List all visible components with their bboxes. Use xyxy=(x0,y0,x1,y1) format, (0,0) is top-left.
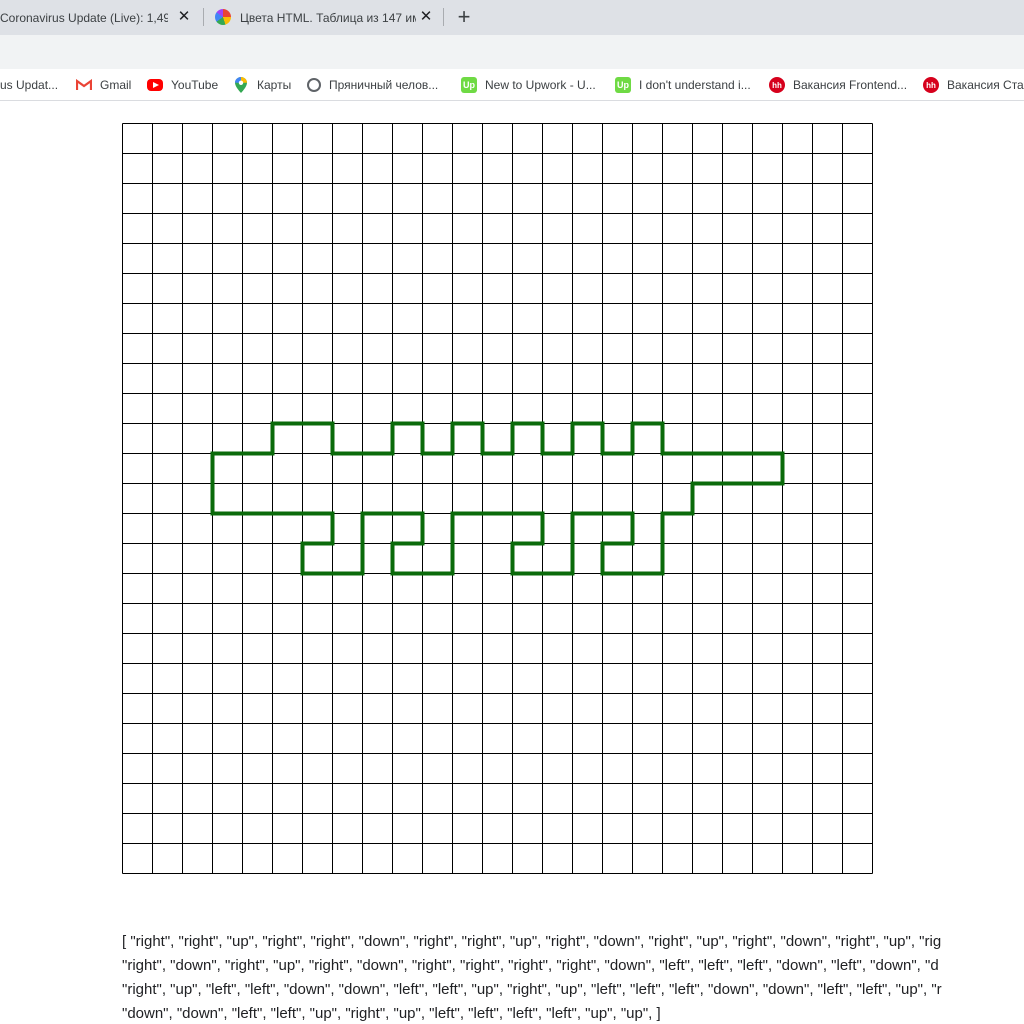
grid-canvas xyxy=(122,123,873,874)
tab-coronavirus[interactable]: Coronavirus Update (Live): 1,498, ✕ xyxy=(0,0,200,35)
bookmark-hh-frontend[interactable]: hh Вакансия Frontend... xyxy=(769,75,907,95)
bookmark-hh-intern[interactable]: hh Вакансия Стаж xyxy=(923,75,1024,95)
tab-title: Цвета HTML. Таблица из 147 им xyxy=(240,10,416,25)
moves-line: "right", "up", "left", "left", "down", "… xyxy=(122,981,942,998)
bookmark-label: I don't understand i... xyxy=(639,78,751,92)
moves-line: "down", "down", "left", "left", "up", "r… xyxy=(122,1005,661,1022)
globe-icon xyxy=(307,78,321,92)
bookmark-maps[interactable]: Карты xyxy=(233,75,291,95)
bookmark-upwork-new[interactable]: Up New to Upwork - U... xyxy=(461,75,596,95)
close-tab-icon[interactable]: ✕ xyxy=(418,9,434,25)
bookmark-label: New to Upwork - U... xyxy=(485,78,596,92)
bookmark-label: us Updat... xyxy=(0,78,59,92)
upwork-icon: Up xyxy=(461,77,477,93)
moves-output: [ "right", "right", "up", "right", "righ… xyxy=(122,930,1024,1024)
tab-strip: Coronavirus Update (Live): 1,498, ✕ Цвет… xyxy=(0,0,1024,35)
bookmarks-bar: us Updat... Gmail YouTube Карты Пряничны… xyxy=(0,69,1024,101)
moves-line: [ "right", "right", "up", "right", "righ… xyxy=(122,933,942,950)
bookmark-label: Gmail xyxy=(100,78,132,92)
gmail-icon xyxy=(76,77,92,93)
bookmark-label: Вакансия Frontend... xyxy=(793,78,908,92)
maps-pin-icon xyxy=(233,77,249,93)
browser-toolbar xyxy=(0,35,1024,69)
bookmark-gmail[interactable]: Gmail xyxy=(76,75,131,95)
color-wheel-icon xyxy=(215,9,231,25)
bookmark-label: YouTube xyxy=(171,78,219,92)
bookmark-gingerbread[interactable]: Пряничный челов... xyxy=(307,75,438,95)
bookmark-label: Вакансия Стаж xyxy=(947,78,1024,92)
tab-title: Coronavirus Update (Live): 1,498, xyxy=(0,10,168,25)
upwork-icon: Up xyxy=(615,77,631,93)
close-tab-icon[interactable]: ✕ xyxy=(176,9,192,25)
bookmark-youtube[interactable]: YouTube xyxy=(147,75,218,95)
bookmark-label: Карты xyxy=(257,78,292,92)
hh-icon: hh xyxy=(769,77,785,93)
drawing-grid xyxy=(122,123,873,874)
tab-html-colors[interactable]: Цвета HTML. Таблица из 147 им ✕ xyxy=(206,0,442,35)
bookmark-upwork-question[interactable]: Up I don't understand i... xyxy=(615,75,751,95)
moves-line: "right", "down", "right", "up", "right",… xyxy=(122,957,939,974)
grid-lines xyxy=(122,123,873,874)
tab-divider xyxy=(443,8,444,26)
new-tab-button[interactable]: + xyxy=(452,4,476,30)
address-bar[interactable] xyxy=(0,38,1024,66)
drawn-path xyxy=(210,421,785,576)
tab-divider xyxy=(203,8,204,26)
hh-icon: hh xyxy=(923,77,939,93)
bookmark-label: Пряничный челов... xyxy=(329,78,439,92)
bookmark-coronavirus[interactable]: us Updat... xyxy=(0,75,58,95)
youtube-icon xyxy=(147,79,163,91)
